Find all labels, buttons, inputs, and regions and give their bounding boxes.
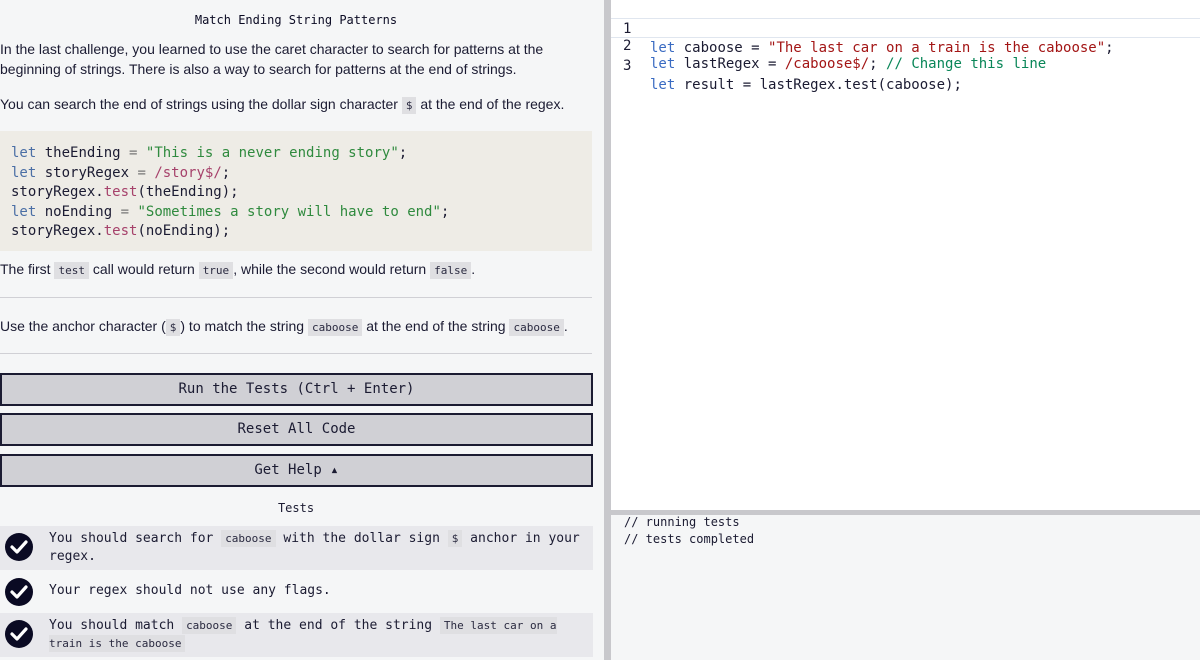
run-tests-button[interactable]: Run the Tests (Ctrl + Enter) bbox=[0, 373, 593, 406]
line-number: 3 bbox=[623, 57, 632, 74]
test-item: Your regex should not use any flags. bbox=[0, 572, 593, 612]
test-item: You should match caboose at the end of t… bbox=[0, 613, 593, 657]
task-instructions: Use the anchor character ($) to match th… bbox=[0, 318, 568, 336]
intro-paragraph-2: You can search the end of strings using … bbox=[0, 96, 565, 114]
challenge-description-pane: Match Ending String Patterns In the last… bbox=[0, 0, 604, 660]
editor-line[interactable]: 1 let caboose = "The last car on a train… bbox=[611, 0, 1200, 57]
check-icon bbox=[5, 620, 33, 648]
editor-line[interactable]: 3 let result = lastRegex.test(caboose); bbox=[611, 37, 1200, 94]
console-line: // tests completed bbox=[624, 532, 755, 546]
reset-code-button[interactable]: Reset All Code bbox=[0, 413, 593, 446]
check-icon bbox=[5, 533, 33, 561]
example-code-block: let theEnding = "This is a never ending … bbox=[0, 131, 592, 251]
test-item: You should search for caboose with the d… bbox=[0, 526, 593, 570]
pane-resize-handle[interactable] bbox=[604, 0, 611, 660]
check-icon bbox=[5, 578, 33, 606]
divider bbox=[0, 297, 592, 298]
result-paragraph: The first test call would return true, w… bbox=[0, 261, 476, 279]
inline-code: $ bbox=[401, 97, 417, 114]
divider bbox=[0, 353, 592, 354]
tests-heading: Tests bbox=[277, 501, 315, 515]
console-line: // running tests bbox=[624, 515, 740, 529]
intro-paragraph-1: In the last challenge, you learned to us… bbox=[0, 41, 544, 77]
editor-line-active[interactable]: 2 let lastRegex = /caboose$/; // Change … bbox=[611, 18, 1200, 72]
get-help-button[interactable]: Get Help ▴ bbox=[0, 454, 593, 487]
code-editor[interactable]: 1 let caboose = "The last car on a train… bbox=[611, 0, 1200, 510]
challenge-title: Match Ending String Patterns bbox=[194, 13, 398, 27]
output-console: // running tests // tests completed bbox=[611, 515, 1200, 660]
